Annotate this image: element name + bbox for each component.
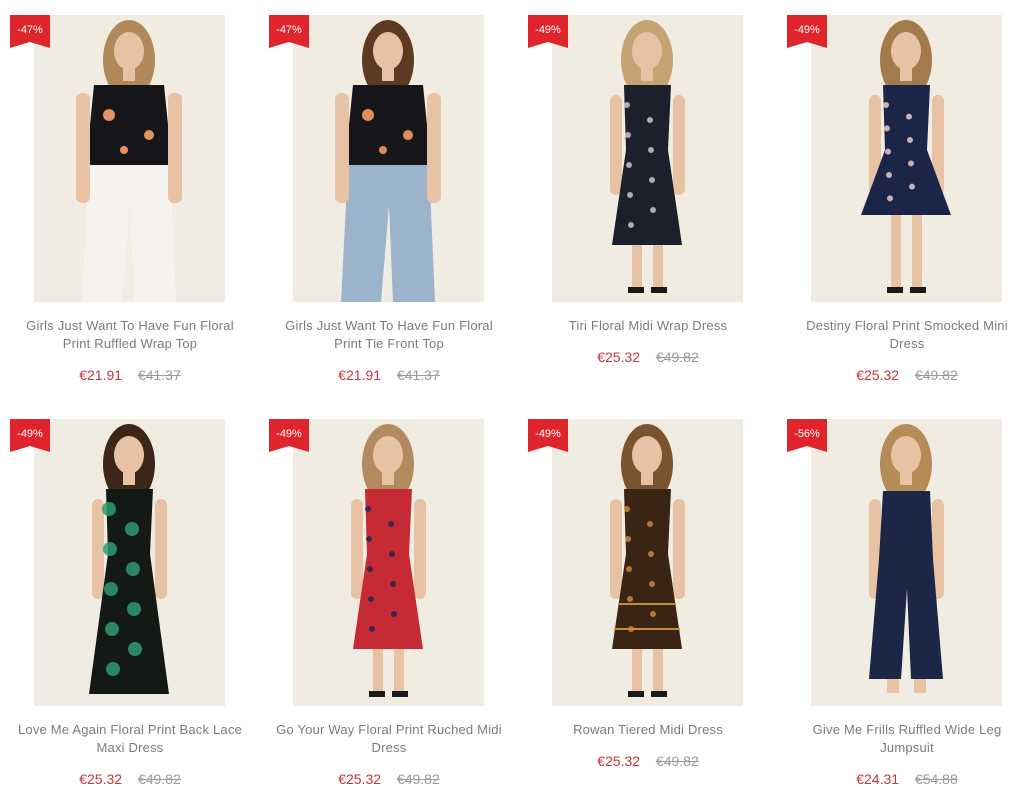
product-image-wrap[interactable]: -47% xyxy=(269,15,509,302)
discount-badge: -49% xyxy=(787,15,827,48)
sale-price: €25.32 xyxy=(597,349,641,365)
product-card[interactable]: -56% Give Me Frills Ruffled Wide Leg Jum… xyxy=(787,419,1024,787)
original-price: €49.82 xyxy=(655,753,699,769)
discount-badge: -47% xyxy=(269,15,309,48)
original-price: €41.37 xyxy=(137,367,181,383)
sale-price: €25.32 xyxy=(338,771,382,787)
product-card[interactable]: -49% Rowan Tiered Midi Dress €25.32 €49.… xyxy=(528,419,768,769)
model-illustration xyxy=(869,424,944,693)
product-title-link[interactable]: Give Me Frills Ruffled Wide Leg Jumpsuit xyxy=(787,721,1024,757)
product-image-wrap[interactable]: -49% xyxy=(787,15,1024,302)
model-illustration xyxy=(351,424,426,697)
product-prices: €21.91 €41.37 xyxy=(269,367,509,383)
product-image-wrap[interactable]: -47% xyxy=(10,15,250,302)
product-card[interactable]: -47% Girls Just Want To Have Fun Floral … xyxy=(10,15,250,383)
original-price: €49.82 xyxy=(137,771,181,787)
original-price: €41.37 xyxy=(396,367,440,383)
product-prices: €25.32 €49.82 xyxy=(269,771,509,787)
product-title-link[interactable]: Go Your Way Floral Print Ruched Midi Dre… xyxy=(269,721,509,757)
product-prices: €25.32 €49.82 xyxy=(787,367,1024,383)
product-title-link[interactable]: Love Me Again Floral Print Back Lace Max… xyxy=(10,721,250,757)
sale-price: €25.32 xyxy=(856,367,900,383)
sale-price: €21.91 xyxy=(338,367,382,383)
product-title-link[interactable]: Girls Just Want To Have Fun Floral Print… xyxy=(269,317,509,353)
product-prices: €21.91 €41.37 xyxy=(10,367,250,383)
product-photo[interactable] xyxy=(811,15,1002,302)
model-illustration xyxy=(610,20,685,293)
product-card[interactable]: -49% Tiri Floral Midi Wrap Dress €25.32 … xyxy=(528,15,768,365)
product-grid: -47% Girls Just Want To Have Fun Floral … xyxy=(0,0,1024,796)
product-prices: €25.32 €49.82 xyxy=(10,771,250,787)
product-title-link[interactable]: Tiri Floral Midi Wrap Dress xyxy=(528,317,768,335)
product-prices: €25.32 €49.82 xyxy=(528,753,768,769)
sale-price: €25.32 xyxy=(597,753,641,769)
product-photo[interactable] xyxy=(811,419,1002,706)
product-image-wrap[interactable]: -49% xyxy=(528,15,768,302)
product-prices: €25.32 €49.82 xyxy=(528,349,768,365)
product-card[interactable]: -49% Love Me Again Floral Print Back Lac… xyxy=(10,419,250,787)
original-price: €49.82 xyxy=(396,771,440,787)
product-photo[interactable] xyxy=(552,15,743,302)
product-image-wrap[interactable]: -49% xyxy=(10,419,250,706)
product-image-wrap[interactable]: -49% xyxy=(528,419,768,706)
product-photo[interactable] xyxy=(34,419,225,706)
discount-badge: -47% xyxy=(10,15,50,48)
product-prices: €24.31 €54.88 xyxy=(787,771,1024,787)
model-illustration xyxy=(335,20,441,302)
product-card[interactable]: -49% Go Your Way Floral Print Ruched Mid… xyxy=(269,419,509,787)
sale-price: €24.31 xyxy=(856,771,900,787)
product-card[interactable]: -49% Destiny Floral Print Smocked Mini D… xyxy=(787,15,1024,383)
discount-badge: -49% xyxy=(528,419,568,452)
product-title-link[interactable]: Destiny Floral Print Smocked Mini Dress xyxy=(787,317,1024,353)
original-price: €54.88 xyxy=(914,771,958,787)
original-price: €49.82 xyxy=(914,367,958,383)
model-illustration xyxy=(861,20,951,293)
discount-badge: -49% xyxy=(269,419,309,452)
original-price: €49.82 xyxy=(655,349,699,365)
discount-badge: -56% xyxy=(787,419,827,452)
model-illustration xyxy=(76,20,182,302)
model-illustration xyxy=(610,424,685,697)
discount-badge: -49% xyxy=(10,419,50,452)
product-photo[interactable] xyxy=(293,419,484,706)
product-photo[interactable] xyxy=(293,15,484,302)
product-card[interactable]: -47% Girls Just Want To Have Fun Floral … xyxy=(269,15,509,383)
product-photo[interactable] xyxy=(552,419,743,706)
discount-badge: -49% xyxy=(528,15,568,48)
sale-price: €21.91 xyxy=(79,367,123,383)
product-photo[interactable] xyxy=(34,15,225,302)
product-title-link[interactable]: Rowan Tiered Midi Dress xyxy=(528,721,768,739)
model-illustration xyxy=(89,424,169,694)
sale-price: €25.32 xyxy=(79,771,123,787)
product-title-link[interactable]: Girls Just Want To Have Fun Floral Print… xyxy=(10,317,250,353)
product-image-wrap[interactable]: -56% xyxy=(787,419,1024,706)
product-image-wrap[interactable]: -49% xyxy=(269,419,509,706)
